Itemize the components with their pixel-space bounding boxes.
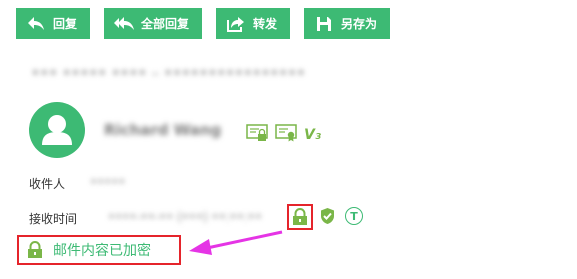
email-subject: ••• ••••• •••• – •••••••••••••••• <box>31 64 306 82</box>
forward-button[interactable]: 转发 <box>216 8 291 39</box>
lock-icon <box>28 241 42 258</box>
recipient-label: 收件人 <box>29 177 66 191</box>
reply-all-button[interactable]: 全部回复 <box>104 8 203 39</box>
sender-badges: V₃ <box>246 124 321 146</box>
sender-name[interactable]: Richard Wang <box>104 121 221 139</box>
shield-check-icon[interactable] <box>319 207 336 229</box>
encryption-notice-text: 邮件内容已加密 <box>53 243 151 259</box>
certificate-lock-icon[interactable] <box>246 124 268 146</box>
reply-label: 回复 <box>53 17 78 31</box>
received-time-value: ••••-••-•• (•••) ••:••:•• <box>108 210 263 224</box>
reply-all-icon <box>113 15 135 33</box>
verified-v3-badge[interactable]: V₃ <box>304 127 321 143</box>
certificate-badge-icon[interactable] <box>275 124 297 146</box>
save-as-button[interactable]: 另存为 <box>304 8 391 39</box>
recipient-value[interactable]: ••••• <box>90 175 125 189</box>
forward-label: 转发 <box>253 17 278 31</box>
save-as-label: 另存为 <box>341 17 378 31</box>
reply-icon <box>25 15 47 33</box>
timestamp-t-badge[interactable]: T <box>345 207 363 225</box>
forward-icon <box>225 15 247 33</box>
annotation-arrow <box>189 230 283 255</box>
save-as-icon <box>313 15 335 33</box>
encryption-lock-highlight[interactable] <box>287 204 313 230</box>
toolbar: 回复 全部回复 转发 另存为 <box>16 8 391 39</box>
reply-all-label: 全部回复 <box>141 17 190 31</box>
lock-icon <box>293 208 307 225</box>
avatar-person-icon <box>42 115 72 145</box>
received-time-label: 接收时间 <box>29 212 78 226</box>
avatar <box>29 102 85 158</box>
reply-button[interactable]: 回复 <box>16 8 91 39</box>
encryption-notice-highlight: 邮件内容已加密 <box>17 235 181 265</box>
